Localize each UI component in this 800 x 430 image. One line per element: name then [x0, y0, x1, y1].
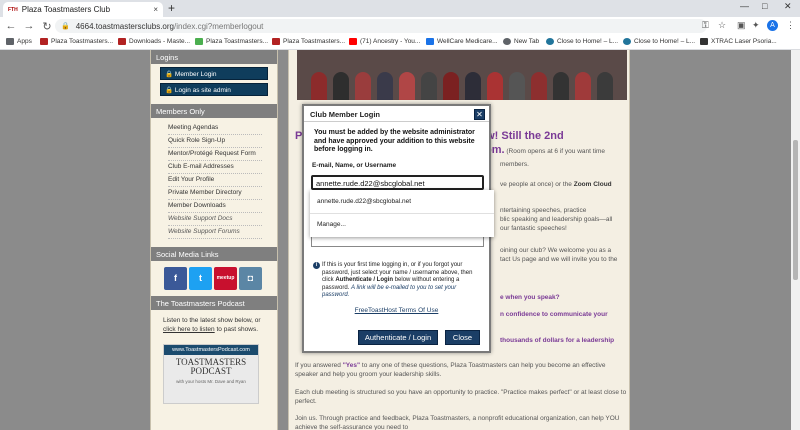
minimize-icon[interactable]: — — [740, 1, 749, 11]
member-login-button[interactable]: 🔒 Member Login — [160, 67, 268, 80]
sidebar-link-support-forums[interactable]: Website Support Forums — [168, 226, 262, 239]
reload-icon[interactable]: ↻ — [40, 20, 54, 33]
bookmarks-bar: Apps Plaza Toastmasters... Downloads - M… — [0, 35, 800, 50]
terms-link[interactable]: FreeToastHost Terms Of Use — [304, 307, 489, 314]
bookmark-item[interactable]: WellCare Medicare... — [426, 38, 498, 45]
toastmasters-icon — [118, 38, 126, 45]
podcast-url: www.ToastmastersPodcast.com — [164, 345, 258, 355]
tab-strip: FTH Plaza Toastmasters Club × + — □ ✕ — [0, 0, 800, 17]
podcast-heading: The Toastmasters Podcast — [151, 296, 277, 310]
dialog-close-icon[interactable]: ✕ — [474, 109, 485, 120]
wordpress-icon — [623, 38, 631, 45]
sidebar-link-mentor-form[interactable]: Mentor/Protégé Request Form — [168, 148, 262, 161]
sidebar-link-support-docs[interactable]: Website Support Docs — [168, 213, 262, 226]
instagram-icon[interactable]: ◘ — [239, 267, 262, 290]
meetup-icon[interactable]: meetup — [214, 267, 237, 290]
back-icon[interactable]: ← — [4, 20, 18, 32]
puzzle-icon[interactable]: ✦ — [752, 20, 760, 31]
sidebar-link-member-downloads[interactable]: Member Downloads — [168, 200, 262, 213]
podcast-title: TOASTMASTERS PODCAST — [175, 357, 247, 376]
bookmark-item[interactable]: Plaza Toastmasters... — [40, 38, 113, 45]
username-label: E-mail, Name, or Username — [312, 161, 397, 169]
star-icon[interactable]: ☆ — [718, 20, 726, 31]
sidebar-link-member-directory[interactable]: Private Member Directory — [168, 187, 262, 200]
logins-heading: Logins — [151, 50, 277, 64]
window-close-icon[interactable]: ✕ — [784, 1, 792, 12]
wellcare-icon — [426, 38, 434, 45]
facebook-icon[interactable]: f — [164, 267, 187, 290]
paragraph-5: Each club meeting is structured so you h… — [295, 389, 627, 405]
forward-icon[interactable]: → — [22, 20, 36, 32]
dialog-intro: You must be added by the website adminis… — [314, 129, 475, 153]
podcast-subtitle: with your hosts Mr. Dave and Ryan — [176, 379, 246, 384]
bookmark-item[interactable]: Plaza Toastmasters... — [195, 38, 268, 45]
club-group-photo — [297, 50, 627, 100]
scrollbar-thumb[interactable] — [793, 140, 798, 280]
profile-avatar[interactable]: A — [767, 20, 778, 31]
page-scrollbar[interactable] — [791, 50, 800, 430]
member-links: Meeting Agendas Quick Role Sign-Up Mento… — [151, 118, 277, 243]
toastmasters-icon — [272, 38, 280, 45]
drive-icon — [195, 38, 203, 45]
info-icon: i — [313, 262, 320, 269]
answer-paragraph: If you answered "Yes" to any one of thes… — [295, 362, 606, 378]
paragraph-6: Join us. Through practice and feedback, … — [295, 415, 620, 430]
dialog-title: Club Member Login — [304, 106, 489, 122]
podcast-text: Listen to the latest show below, or clic… — [163, 317, 261, 333]
close-tab-icon[interactable]: × — [153, 5, 158, 14]
address-bar[interactable]: 🔒 4664.toastmastersclubs.org/index.cgi?m… — [55, 19, 707, 33]
key-icon[interactable]: ⚿ — [702, 20, 709, 31]
toastmasters-icon — [40, 38, 48, 45]
sidebar: Logins 🔒 Member Login 🔒 Login as site ad… — [150, 50, 278, 430]
autofill-dropdown: annette.rude.d22@sbcglobal.net Manage... — [310, 190, 494, 237]
bookmark-item[interactable]: (71) Ancestry - You... — [349, 38, 420, 45]
close-button[interactable]: Close — [445, 330, 480, 345]
social-heading: Social Media Links — [151, 247, 277, 261]
twitter-icon[interactable]: t — [189, 267, 212, 290]
autofill-suggestion[interactable]: annette.rude.d22@sbcglobal.net — [310, 190, 494, 213]
username-input[interactable]: annette.rude.d22@sbcglobal.net — [311, 175, 484, 190]
autofill-manage[interactable]: Manage... — [310, 214, 494, 237]
maximize-icon[interactable]: □ — [762, 1, 767, 11]
apps-grid-icon — [6, 38, 14, 45]
bookmark-item[interactable]: Downloads - Maste... — [118, 38, 190, 45]
xtrac-icon — [700, 38, 708, 45]
tab-title: Plaza Toastmasters Club — [21, 5, 111, 14]
site-favicon-icon: FTH — [8, 6, 18, 13]
bookmark-item[interactable]: Close to Home! – L... — [546, 38, 618, 45]
bookmark-item[interactable]: Plaza Toastmasters... — [272, 38, 345, 45]
lock-icon: 🔒 — [61, 23, 70, 30]
url-domain: 4664.toastmastersclubs.org — [75, 21, 174, 31]
menu-icon[interactable]: ⋮ — [786, 20, 795, 31]
sidebar-link-edit-profile[interactable]: Edit Your Profile — [168, 174, 262, 187]
bookmark-item[interactable]: XTRAC Laser Psoria... — [700, 38, 777, 45]
browser-tab[interactable]: FTH Plaza Toastmasters Club × — [3, 2, 163, 17]
youtube-icon — [349, 38, 357, 45]
members-only-heading: Members Only — [151, 104, 277, 118]
sidebar-link-role-signup[interactable]: Quick Role Sign-Up — [168, 135, 262, 148]
bookmark-apps[interactable]: Apps — [6, 38, 32, 45]
bookmark-item[interactable]: Close to Home! – L... — [623, 38, 695, 45]
globe-icon — [503, 38, 511, 45]
podcast-link[interactable]: click here to listen — [163, 326, 215, 333]
login-help: i If this is your first time logging in,… — [313, 262, 483, 300]
podcast-banner[interactable]: www.ToastmastersPodcast.com TOASTMASTERS… — [163, 344, 259, 404]
authenticate-login-button[interactable]: Authenticate / Login — [358, 330, 438, 345]
bookmark-item[interactable]: New Tab — [503, 38, 539, 45]
browser-toolbar: ← → ↻ 🔒 4664.toastmastersclubs.org/index… — [0, 17, 800, 35]
url-path: /index.cgi?memberlogout — [174, 21, 264, 31]
site-admin-login-button[interactable]: 🔒 Login as site admin — [160, 83, 268, 96]
new-tab-button[interactable]: + — [168, 2, 175, 14]
sidebar-link-meeting-agendas[interactable]: Meeting Agendas — [168, 122, 262, 135]
social-links: f t meetup ◘ — [151, 261, 277, 296]
wordpress-icon — [546, 38, 554, 45]
extension-icon[interactable]: ▣ — [737, 20, 746, 31]
sidebar-link-email-addresses[interactable]: Club E-mail Addresses — [168, 161, 262, 174]
